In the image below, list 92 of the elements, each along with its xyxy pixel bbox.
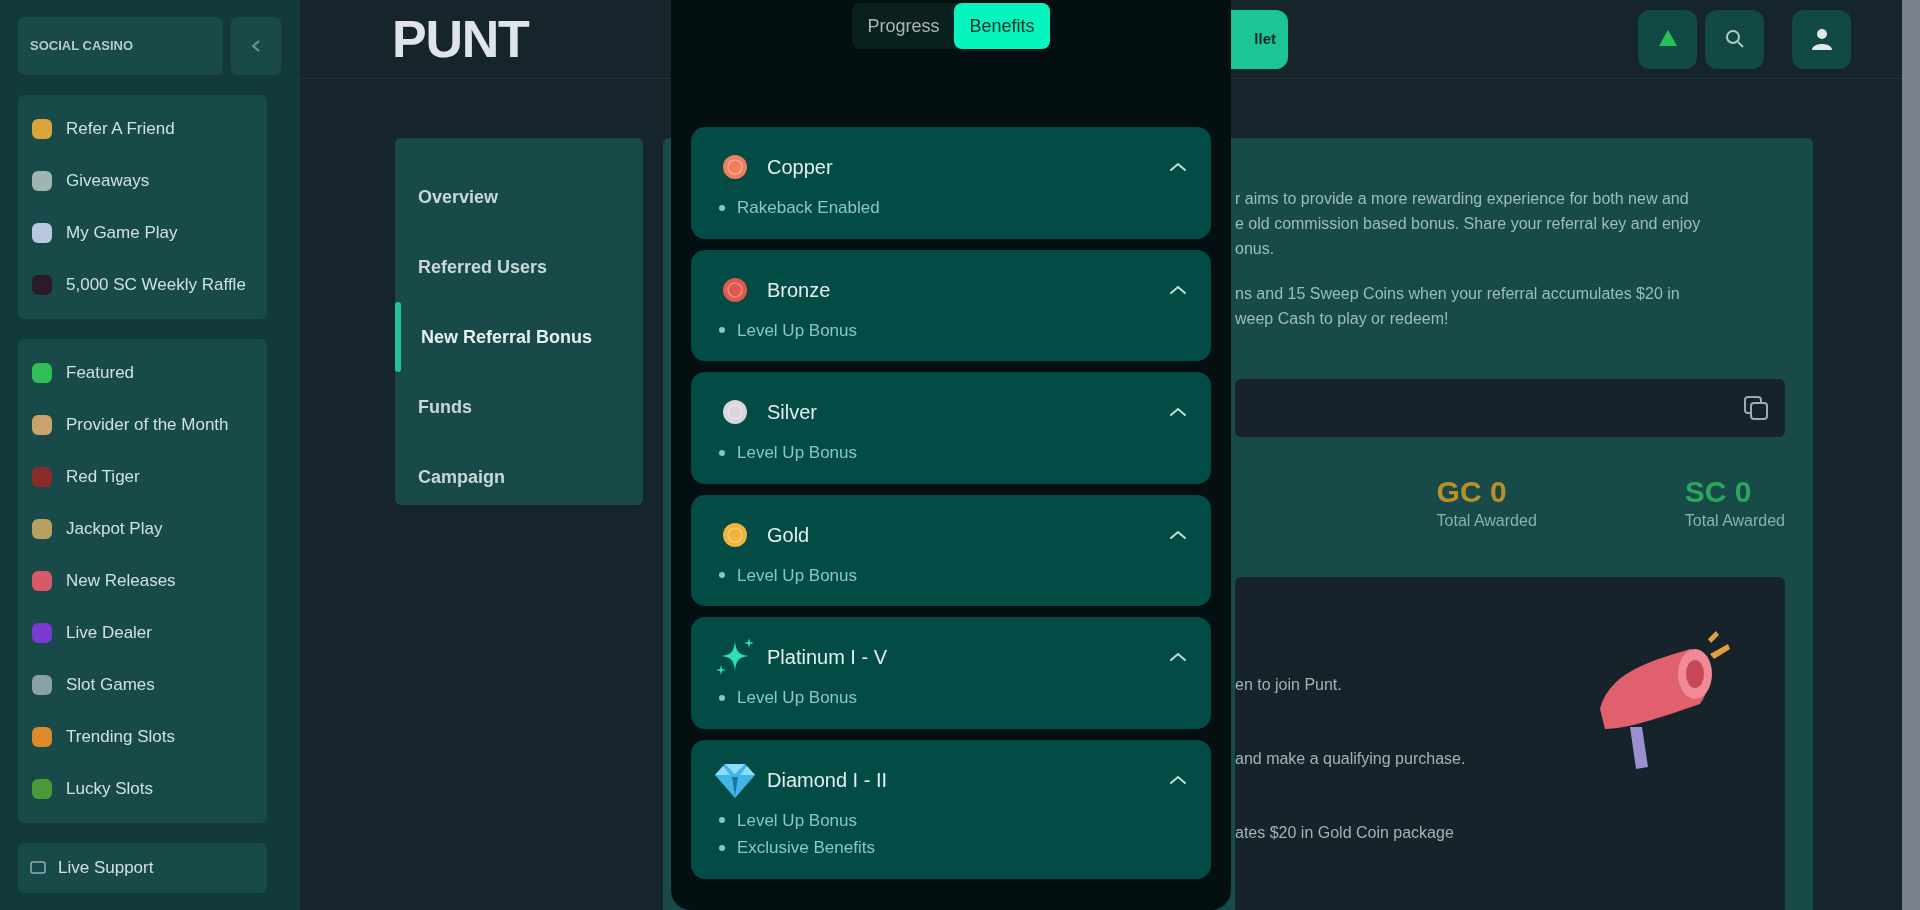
benefit-text: Level Up Bonus bbox=[737, 687, 858, 709]
sidebar-item[interactable]: My Game Play bbox=[30, 207, 255, 259]
tile-icon bbox=[30, 117, 54, 141]
referral-key-field[interactable] bbox=[1235, 379, 1785, 437]
chevron-icon bbox=[1169, 284, 1187, 295]
sidebar-item[interactable]: 5,000 SC Weekly Raffle bbox=[30, 259, 255, 311]
benefit-text: Level Up Bonus bbox=[737, 442, 858, 464]
tier-name: Silver bbox=[767, 400, 818, 425]
benefit-text: Rakeback Enabled bbox=[737, 197, 880, 219]
step-text: en to join Punt. bbox=[1235, 675, 1343, 695]
stat-value: GC 0 bbox=[1436, 475, 1508, 509]
tile-icon bbox=[30, 169, 54, 193]
brand-name: SOCIAL CASINO bbox=[30, 37, 134, 56]
tile-icon bbox=[30, 517, 54, 541]
bullet-icon bbox=[719, 694, 725, 701]
tile-icon bbox=[30, 465, 54, 489]
sidebar-item[interactable]: Giveaways bbox=[30, 155, 255, 207]
tier-name: Platinum I - V bbox=[767, 645, 889, 670]
sidebar-item[interactable]: Live Dealer bbox=[30, 607, 255, 659]
bullet-icon bbox=[719, 327, 725, 334]
tier-name: Copper bbox=[767, 155, 834, 180]
support-button[interactable]: Live Support bbox=[18, 843, 267, 893]
tier-name: Gold bbox=[767, 522, 811, 548]
paragraph-line: ns and 15 Sweep Coins when your referral accumulates $20 in bbox=[1235, 284, 1681, 304]
tier-name: Diamond I - II bbox=[767, 767, 889, 793]
chevron-icon bbox=[251, 40, 261, 52]
sidebar-item[interactable]: Refer A Friend bbox=[30, 103, 255, 155]
sidebar-item[interactable]: Trending Slots bbox=[30, 711, 255, 763]
bullet-icon bbox=[719, 449, 725, 456]
benefit-text: Exclusive Benefits bbox=[737, 837, 875, 859]
stat-value: SC 0 bbox=[1684, 475, 1753, 509]
paragraph-line: e old commission based bonus. Share your referral key and enjoy bbox=[1235, 214, 1702, 234]
user-icon bbox=[1810, 27, 1833, 51]
paragraph-line: r aims to provide a more rewarding experience for both new and bbox=[1235, 189, 1690, 209]
sidebar-item[interactable]: Lucky Slots bbox=[30, 763, 255, 815]
chevron-icon bbox=[1169, 162, 1187, 172]
coin-icon bbox=[722, 276, 748, 303]
tier-name: Bronze bbox=[767, 277, 832, 303]
wallet-button[interactable]: llet bbox=[1231, 9, 1288, 69]
sidebar-item[interactable]: Featured bbox=[30, 347, 255, 399]
step-text: and make a qualifying purchase. bbox=[1235, 749, 1467, 769]
logo: PUNT bbox=[392, 9, 530, 70]
chevron-icon bbox=[1169, 652, 1187, 662]
bullet-icon bbox=[719, 204, 725, 211]
tab[interactable]: Progress bbox=[852, 3, 955, 49]
paragraph-line: weep Cash to play or redeem! bbox=[1235, 309, 1450, 329]
chevron-icon bbox=[1169, 407, 1187, 417]
tile-icon bbox=[30, 413, 54, 437]
benefit-text: Level Up Bonus bbox=[737, 809, 858, 832]
tier-header[interactable]: Gold bbox=[715, 514, 1187, 555]
bullet-icon bbox=[719, 844, 725, 851]
tile-icon bbox=[30, 361, 54, 385]
bullet-icon bbox=[719, 572, 725, 579]
stat-label: Total Awarded bbox=[1684, 511, 1785, 531]
profile-button[interactable] bbox=[1792, 9, 1851, 69]
coin-icon bbox=[722, 399, 748, 425]
tile-icon bbox=[30, 569, 54, 593]
copy-icon bbox=[1743, 395, 1769, 421]
sidebar-item[interactable]: Slot Games bbox=[30, 659, 255, 711]
tile-icon bbox=[30, 673, 54, 697]
nav-tab[interactable]: New Referral Bonus bbox=[421, 323, 593, 351]
nav-tab[interactable]: Campaign bbox=[418, 463, 505, 491]
tier-header[interactable]: Silver bbox=[715, 392, 1187, 432]
tile-icon bbox=[30, 273, 54, 297]
tile-icon bbox=[30, 725, 54, 749]
coin-icon bbox=[722, 521, 748, 548]
chevron-icon bbox=[1169, 529, 1187, 540]
stat-label: Total Awarded bbox=[1436, 511, 1537, 531]
sidebar-item[interactable]: Jackpot Play bbox=[30, 503, 255, 555]
paragraph-line: onus. bbox=[1235, 239, 1276, 259]
benefit-text: Level Up Bonus bbox=[737, 319, 858, 342]
tier-header[interactable]: Diamond I - II bbox=[715, 759, 1187, 800]
chevron-icon bbox=[1169, 774, 1187, 785]
tier-header[interactable]: Platinum I - V bbox=[715, 637, 1187, 677]
sidebar-item[interactable]: Provider of the Month bbox=[30, 399, 255, 451]
sidebar-item[interactable]: Red Tiger bbox=[30, 451, 255, 503]
tile-icon bbox=[30, 221, 54, 245]
search-icon bbox=[1723, 28, 1746, 50]
nav-tab[interactable]: Overview bbox=[418, 183, 499, 211]
tile-icon bbox=[30, 777, 54, 801]
tier-header[interactable]: Bronze bbox=[715, 269, 1187, 310]
tile-icon bbox=[30, 621, 54, 645]
bullet-icon bbox=[719, 817, 725, 824]
search-button[interactable] bbox=[1705, 9, 1764, 69]
tier-header[interactable]: Copper bbox=[715, 147, 1187, 187]
nav-tab[interactable]: Funds bbox=[418, 393, 472, 421]
nav-tab[interactable]: Referred Users bbox=[418, 253, 548, 281]
coin-icon bbox=[722, 154, 748, 180]
tab[interactable]: Benefits bbox=[954, 3, 1050, 49]
sidebar-item[interactable]: New Releases bbox=[30, 555, 255, 607]
benefit-text: Level Up Bonus bbox=[737, 564, 858, 587]
step-text: ates $20 in Gold Coin package bbox=[1235, 823, 1455, 843]
